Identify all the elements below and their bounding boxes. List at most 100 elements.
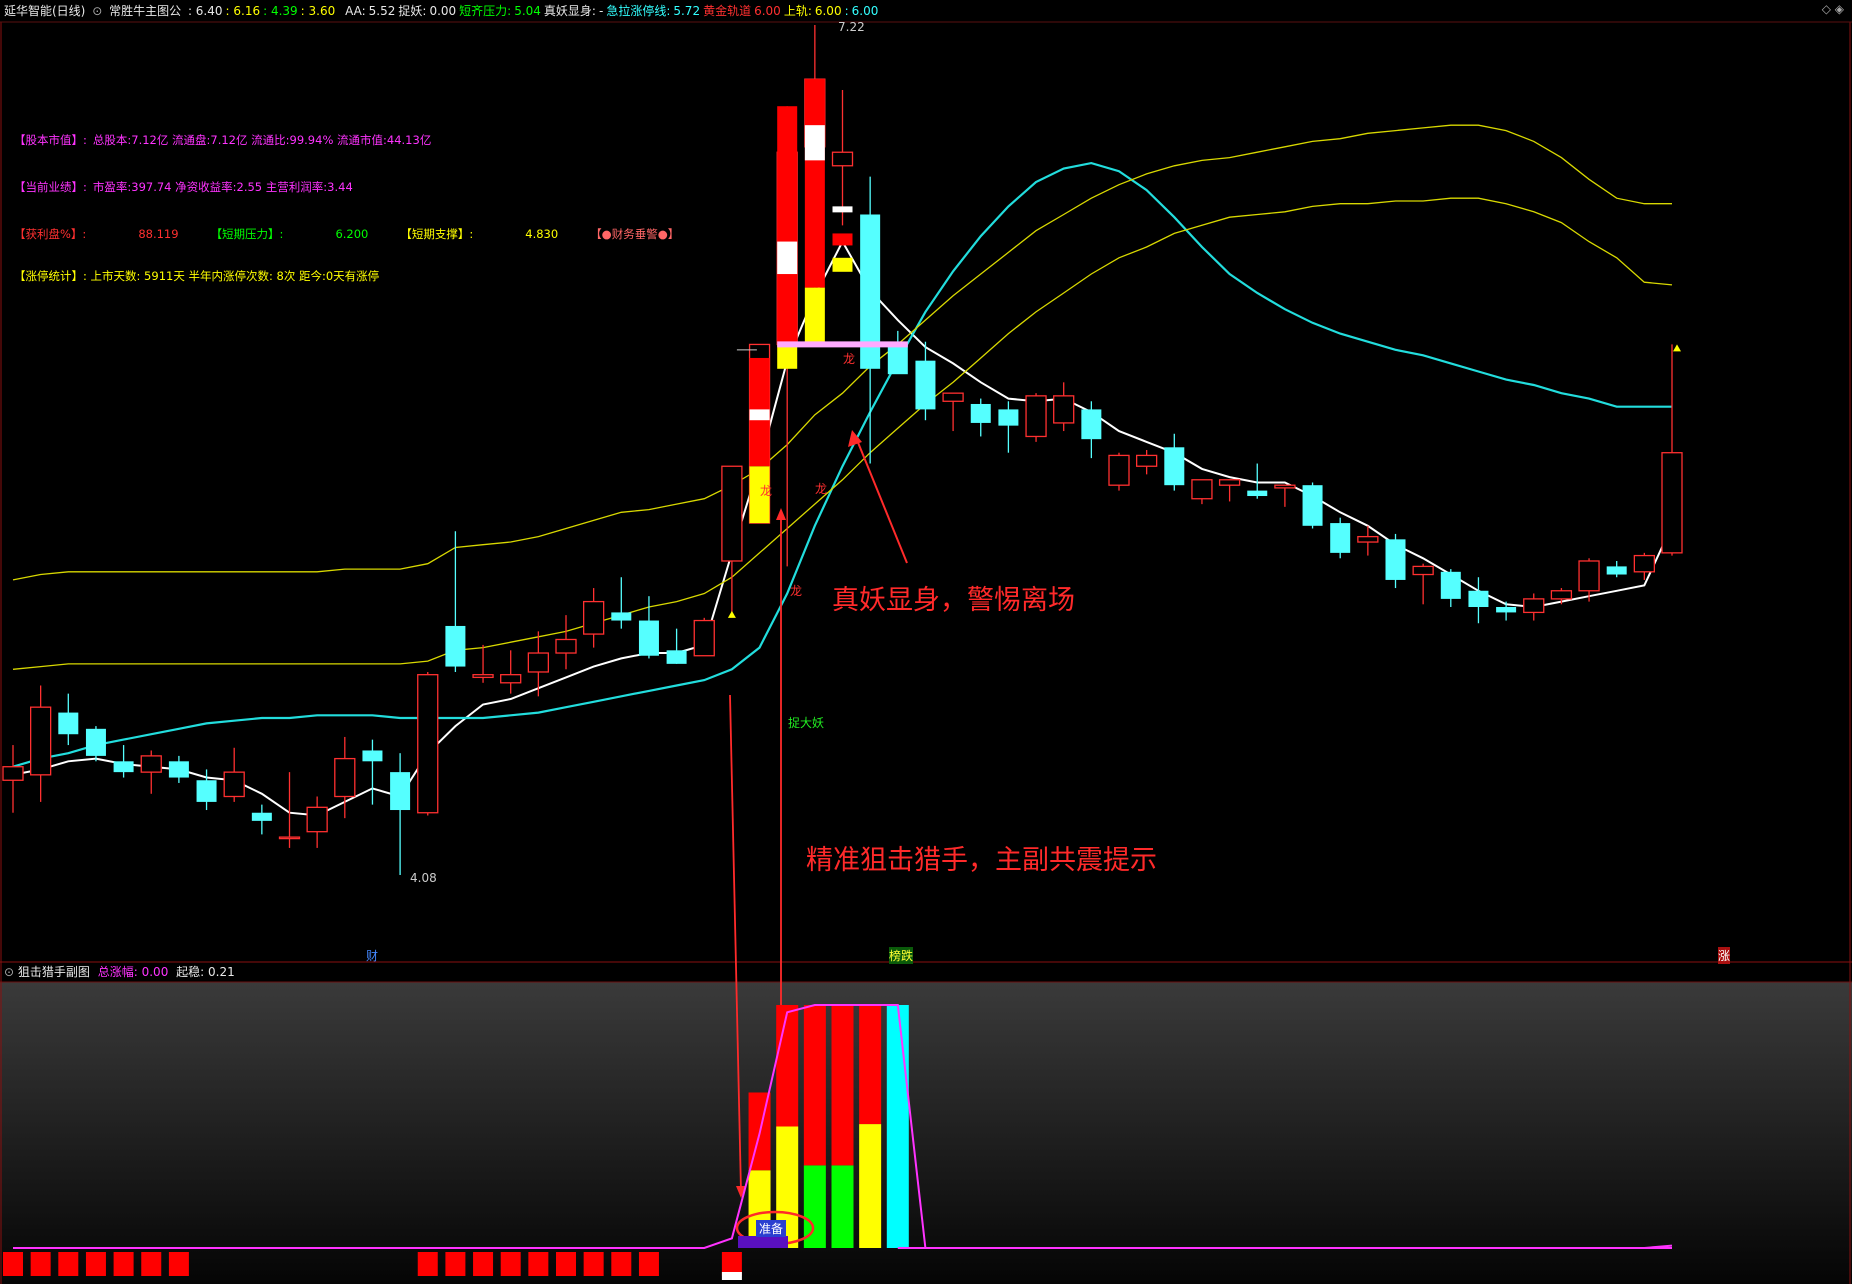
marker-block [832,206,853,213]
candle-body [611,612,632,621]
info-text: 【●财务垂警●】 [590,227,680,241]
candle-body [1357,535,1379,543]
candle-body [390,772,411,811]
total-gain-key: 总涨幅: [97,965,138,979]
candle-body [693,619,715,657]
marker-block [832,257,853,272]
candle-body [1633,554,1655,573]
high-price-label: 7.22 [838,20,865,34]
candle-body [527,652,549,673]
field-value-4: 5.72 [673,4,701,18]
info-text: 88.119 [138,227,179,241]
candle-body [666,650,687,664]
limit-up-candle-segment [804,287,825,345]
sub-bar-segment [859,1005,882,1125]
sub-square [611,1252,632,1276]
sub-bar-segment [859,1124,882,1248]
candle-body [583,600,605,635]
candle-body [2,766,24,781]
indicator-name[interactable]: 常胜牛主图公 [109,4,181,18]
field-key-6: 上轨: [783,4,812,18]
candle-body [1578,560,1600,592]
field-key-0: AA: [345,4,366,18]
candle-body [721,465,743,562]
candle-body [58,712,79,735]
candle-body [29,706,52,776]
candle-body [1385,539,1406,580]
candle-body [445,625,466,667]
candle-body [251,812,272,821]
dragon-label-3: 龙 [843,352,856,366]
limit-up-candle-segment [749,409,770,421]
field-key-2: 短齐压力: [459,4,512,18]
candle-body [223,771,245,798]
limit-up-candle-segment [804,125,825,161]
candle-body [306,806,328,833]
limit-up-candle-segment [777,241,798,275]
sub-bar-segment [776,1005,799,1127]
sub-square [556,1252,576,1276]
field-key-7: : [844,4,849,18]
candle-body [831,151,854,167]
candle-body [1136,454,1158,467]
candle-body [113,761,134,773]
candle-body [1302,485,1323,526]
info-text: 市盈率:397.74 净资收益率:2.55 主营利润率:3.44 [92,180,353,194]
indicator-values: AA: 5.52 捉妖: 0.00 短齐压力: 5.04 真妖显身: - 急拉涨停线: 5.72 黄… [345,4,881,18]
chevron-down-icon[interactable]: ⊙ [92,4,102,18]
ready-signal-bar [738,1236,788,1248]
info-line: 【股本市值】: 总股本:7.12亿 流通盘:7.12亿 流通比:99.94% 流通… [14,132,437,148]
candle-body [472,674,494,679]
candle-body [998,409,1019,426]
limit-up-candle-segment [804,79,825,288]
candle-body [85,728,106,756]
candle-body [1468,590,1489,608]
candle-body [942,392,964,402]
sub-square [141,1252,162,1276]
sub-square [473,1252,494,1276]
chevron-down-icon[interactable]: ⊙ [4,965,14,979]
candle-body [1164,447,1185,486]
candle-body [1247,490,1268,497]
info-text: 【获利盘%】: [14,227,87,241]
candle-body [140,755,162,773]
candle-body [1440,571,1461,599]
info-text: 【股本市值】: [14,133,87,147]
candle-body [1496,607,1517,613]
header-bar: 延华智能(日线) ⊙ 常胜牛主图公 : 6.40: 6.16: 4.39: 3.… [0,0,1852,22]
field-value-6: 6.00 [814,4,842,18]
stabilize-key: 起稳: [176,965,205,979]
candle-body [417,674,439,814]
catch-signal-label: 捉大妖 [788,716,825,730]
candle-body [1081,409,1102,440]
ohlc-value-0: : 6.40 [187,4,223,18]
candle-body [1108,454,1130,486]
sub-square [85,1252,106,1276]
candle-body [1191,479,1213,500]
stabilize-value: 0.21 [208,965,235,979]
candle-body [638,620,659,656]
field-value-0: 5.52 [368,4,396,18]
sub-bar-segment [831,1165,854,1248]
candle-body [196,780,217,802]
field-value-7: 6.00 [851,4,879,18]
dragon-label-4: 龙 [790,584,803,598]
candle-body [1661,452,1683,554]
sub-bar-segment [831,1005,854,1166]
annotation-sub: 精准狙击猎手，主副共震提示 [806,845,1157,876]
candle-body [915,360,936,410]
subchart-title[interactable]: 狙击猎手副图 [18,965,90,979]
info-text: 总股本:7.12亿 流通盘:7.12亿 流通比:99.94% 流通市值:44.1… [92,133,432,147]
window-controls-icon[interactable]: ◇ ◈ [1822,2,1844,16]
candle-body [555,638,577,654]
app-title: 延华智能(日线) [4,4,86,18]
sub-square-white [721,1272,742,1280]
ohlc-values: : 6.40: 6.16: 4.39: 3.60 [188,4,338,18]
field-key-4: 急拉涨停线: [606,4,671,18]
info-line: 【涨停统计】: 上市天数: 5911天 半年内涨停次数: 8次 距今:0天有涨停 [14,268,385,284]
field-key-3: 真妖显身: [543,4,596,18]
info-text: 【短期压力】: [210,227,284,241]
info-text: 【当前业绩】: [14,180,87,194]
ready-badge: 准备 [756,1220,787,1237]
candle-body [1412,565,1434,576]
